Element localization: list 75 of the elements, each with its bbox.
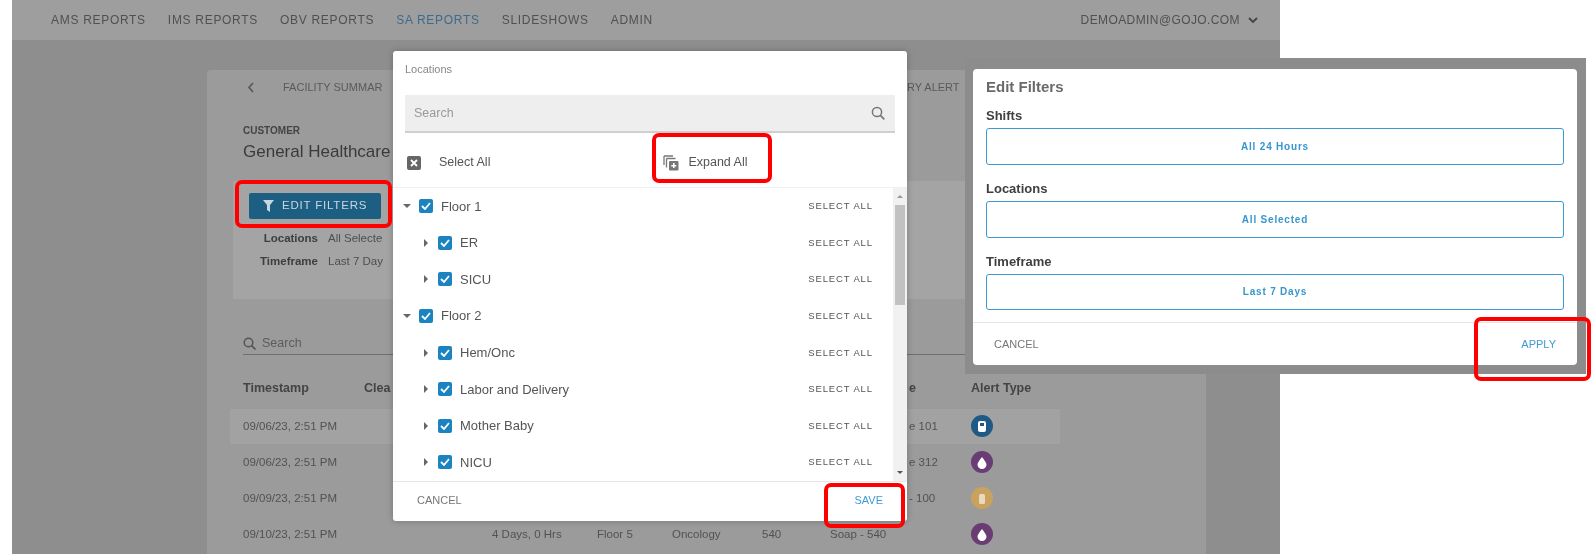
table-cell-text: e 312: [909, 454, 938, 470]
column-header: Timestamp: [243, 379, 309, 397]
cancel-button[interactable]: CANCEL: [994, 335, 1039, 353]
caret-right-icon[interactable]: [422, 458, 430, 467]
edit-filters-button[interactable]: EDIT FILTERS: [249, 193, 382, 219]
customer-name: General Healthcare: [243, 141, 391, 163]
search-icon: [871, 106, 885, 120]
tree-item-label[interactable]: Floor 2: [441, 306, 482, 326]
caret-right-icon[interactable]: [422, 275, 430, 284]
select-all-button[interactable]: Select All: [439, 153, 491, 172]
back-icon[interactable]: [247, 81, 255, 93]
field-label: Locations: [986, 179, 1049, 198]
tree-item-label[interactable]: Mother Baby: [460, 416, 534, 436]
select-all-link[interactable]: SELECT ALL: [808, 382, 873, 397]
close-box-icon[interactable]: [407, 155, 421, 170]
caret-right-icon[interactable]: [422, 348, 430, 357]
caret-right-icon[interactable]: [422, 421, 430, 430]
table-cell-text: Floor 5: [597, 526, 633, 542]
table-cell-text: 4 Days, 0 Hrs: [492, 526, 562, 542]
table-cell-text: 09/09/23, 2:51 PM: [243, 490, 337, 506]
table-cell-text: Soap - 540: [830, 526, 887, 542]
tree-item-label[interactable]: ER: [460, 233, 479, 253]
checkbox[interactable]: [438, 382, 452, 397]
scrollbar[interactable]: [893, 188, 907, 481]
field-label: Shifts: [986, 107, 1024, 125]
select-all-link[interactable]: SELECT ALL: [808, 418, 873, 433]
table-cell-text: 09/06/23, 2:51 PM: [243, 454, 337, 470]
dialog-title: Locations: [405, 62, 454, 77]
select-all-link[interactable]: SELECT ALL: [808, 235, 873, 250]
tree-item-label[interactable]: SICU: [460, 269, 492, 290]
caret-down-icon[interactable]: [403, 312, 411, 321]
select-all-link[interactable]: SELECT ALL: [808, 345, 873, 360]
checkbox[interactable]: [438, 345, 452, 360]
tree-item-label[interactable]: NICU: [460, 452, 492, 473]
caret-right-icon[interactable]: [422, 238, 430, 247]
expand-all-button[interactable]: Expand All: [663, 153, 748, 172]
checkbox[interactable]: [438, 272, 452, 287]
filter-label: Locations: [263, 231, 318, 246]
checkbox[interactable]: [419, 309, 433, 324]
tree-item-label[interactable]: Labor and Delivery: [460, 379, 570, 399]
cancel-button[interactable]: CANCEL: [417, 491, 462, 509]
select-all-link[interactable]: SELECT ALL: [808, 455, 873, 470]
checkbox[interactable]: [438, 418, 452, 433]
tree-item-label[interactable]: Hem/Onc: [460, 342, 515, 363]
caret-down-icon[interactable]: [403, 202, 411, 211]
table-cell-text: 09/06/23, 2:51 PM: [243, 418, 337, 434]
filter-value: Last 7 Day: [328, 254, 383, 269]
chevron-down-icon: [1248, 16, 1258, 24]
select-all-link[interactable]: SELECT ALL: [808, 308, 873, 324]
search-input[interactable]: Search: [262, 334, 462, 353]
search-input[interactable]: Search: [414, 103, 871, 123]
field-label: Timeframe: [986, 252, 1053, 271]
checkbox[interactable]: [438, 235, 452, 250]
select-all-link[interactable]: SELECT ALL: [808, 199, 873, 214]
table-cell-text: - 100: [909, 490, 936, 506]
filter-icon: [263, 200, 274, 212]
table-cell-text: Oncology: [672, 526, 721, 542]
checkbox[interactable]: [419, 199, 433, 214]
checkbox[interactable]: [438, 455, 452, 470]
select-all-link[interactable]: SELECT ALL: [808, 272, 873, 287]
column-header: Alert Type: [971, 379, 1032, 397]
caret-right-icon[interactable]: [422, 385, 430, 394]
table-cell-text: 09/10/23, 2:51 PM: [243, 526, 337, 542]
filter-value: All Selecte: [328, 231, 383, 246]
search-field[interactable]: Search: [405, 95, 895, 133]
panel-title: Edit Filters: [986, 77, 1065, 97]
column-header: Clea: [364, 379, 391, 397]
table-cell-text: e 101: [909, 418, 938, 434]
search-icon: [243, 337, 256, 350]
tree-item-label[interactable]: Floor 1: [441, 196, 482, 217]
table-cell-text: 540: [762, 526, 782, 542]
stacked-squares-plus-icon: [663, 154, 680, 171]
customer-label: CUSTOMER: [243, 124, 301, 138]
filter-label: Timeframe: [260, 254, 318, 269]
column-header: e: [909, 379, 916, 397]
